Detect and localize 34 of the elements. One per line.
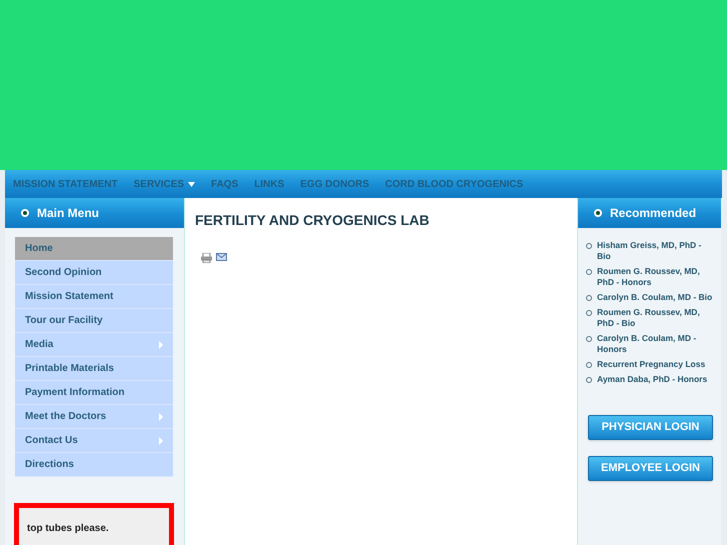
panel-title: Main Menu	[37, 205, 99, 222]
bullet-icon	[586, 310, 592, 316]
bullet-icon	[586, 243, 592, 249]
bullet-icon	[594, 209, 602, 217]
menu-item[interactable]: Printable Materials	[15, 357, 173, 381]
menu-item[interactable]: Media	[15, 333, 173, 357]
bullet-icon	[586, 377, 592, 383]
panel-title: Recommended	[610, 205, 696, 222]
email-icon	[216, 253, 227, 261]
bullet-icon	[21, 209, 29, 217]
notice-text: top tubes please.	[27, 523, 109, 534]
print-icon	[201, 253, 212, 263]
recommended-link[interactable]: Ayman Daba, PhD - Honors	[597, 374, 708, 385]
menu-item[interactable]: Mission Statement	[15, 285, 173, 309]
menu-item[interactable]: Payment Information	[15, 381, 173, 405]
page-title: FERTILITY AND CRYOGENICS LAB	[195, 211, 430, 230]
recommended-link[interactable]: Roumen G. Roussev, MD, PhD - Honors	[597, 266, 717, 288]
menu-item[interactable]: Home	[15, 237, 173, 261]
login-button[interactable]: EMPLOYEE LOGIN	[588, 456, 713, 481]
recommended-link[interactable]: Hisham Greiss, MD, PhD - Bio	[597, 240, 717, 262]
recommended-link[interactable]: Recurrent Pregnancy Loss	[597, 359, 706, 370]
login-button[interactable]: PHYSICIAN LOGIN	[588, 415, 713, 440]
menu-item[interactable]: Second Opinion	[15, 261, 173, 285]
menu-item[interactable]: Tour our Facility	[15, 309, 173, 333]
recommended-link[interactable]: Roumen G. Roussev, MD, PhD - Bio	[597, 307, 717, 329]
menu-item[interactable]: Meet the Doctors	[15, 405, 173, 429]
bullet-icon	[586, 295, 592, 301]
recommended-link[interactable]: Carolyn B. Coulam, MD - Honors	[597, 333, 717, 355]
recommended-link[interactable]: Carolyn B. Coulam, MD - Bio	[597, 292, 712, 303]
menu-item[interactable]: Directions	[15, 453, 173, 477]
menu-item[interactable]: Contact Us	[15, 429, 173, 453]
bullet-icon	[586, 362, 592, 368]
bullet-icon	[586, 269, 592, 275]
bullet-icon	[586, 336, 592, 342]
